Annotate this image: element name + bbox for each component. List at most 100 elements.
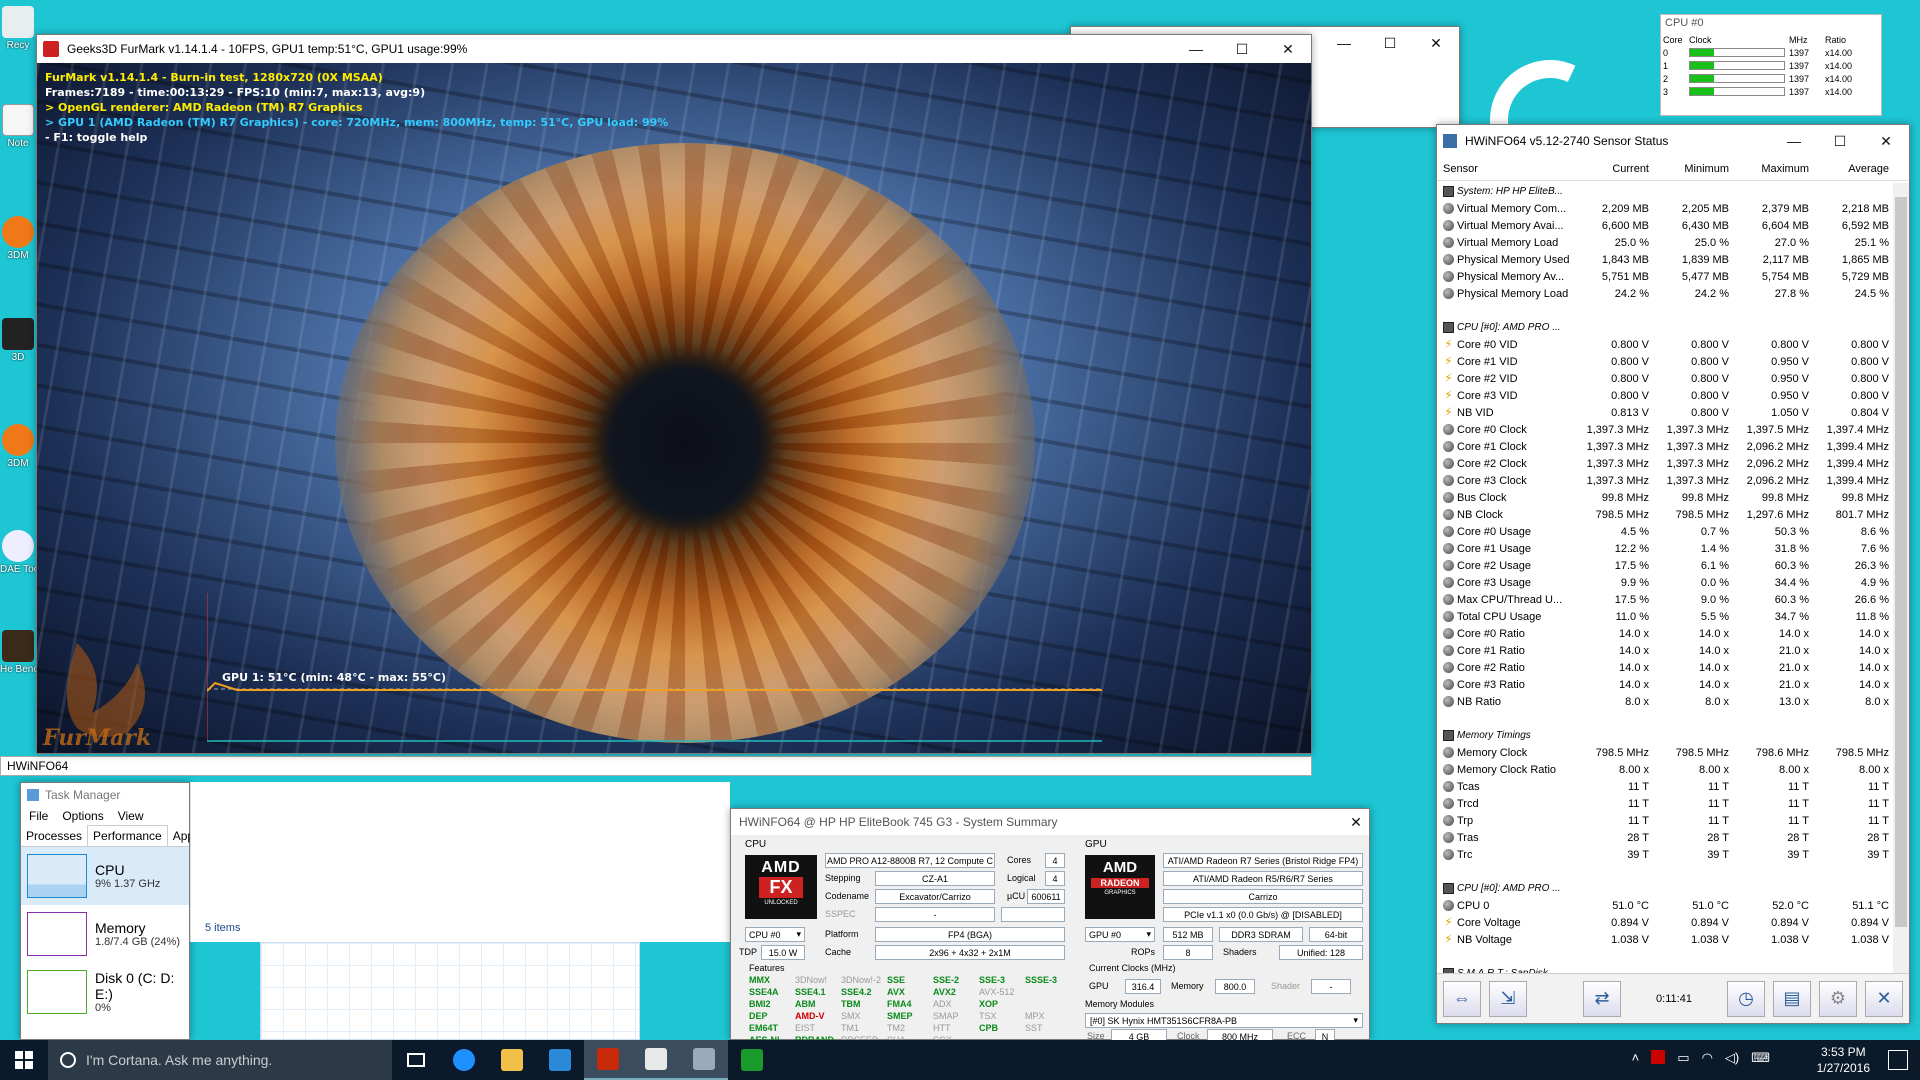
column-header[interactable]: Maximum (1734, 163, 1814, 175)
volume-icon[interactable]: ◁) (1725, 1050, 1739, 1066)
tab-processes[interactable]: Processes (21, 826, 87, 846)
sensor-row[interactable]: Virtual Memory Com... 2,209 MB 2,205 MB 2,3… (1437, 200, 1895, 217)
taskbar-edge[interactable] (440, 1040, 488, 1080)
sensor-row[interactable]: Total CPU Usage 11.0 % 5.5 % 34.7 % 11.8 % (1437, 608, 1895, 625)
desktop-icon[interactable]: He Bench (0, 630, 36, 675)
tab-performance[interactable]: Performance (87, 825, 168, 846)
chevron-up-icon[interactable]: ˄ (1632, 1050, 1640, 1066)
sensor-group-row[interactable]: S.M.A.R.T.: SanDisk ... (1437, 965, 1895, 973)
furmark-render-canvas[interactable]: FurMark v1.14.1.4 - Burn-in test, 1280x7… (37, 63, 1311, 753)
sensor-row[interactable]: Physical Memory Load 24.2 % 24.2 % 27.8 % 24… (1437, 285, 1895, 302)
desktop-icon[interactable]: Note (0, 104, 36, 149)
close-icon[interactable]: ✕ (1413, 27, 1459, 59)
sensor-row[interactable]: Core #0 Clock 1,397.3 MHz 1,397.3 MHz 1,397… (1437, 421, 1895, 438)
sensor-row[interactable]: Tcas 11 T 11 T 11 T 11 T (1437, 778, 1895, 795)
gpu-selector[interactable]: GPU #0 ▾ (1085, 927, 1155, 942)
sensor-row[interactable]: Core #1 Usage 12.2 % 1.4 % 31.8 % 7.6 % (1437, 540, 1895, 557)
taskbar-app[interactable] (728, 1040, 776, 1080)
sensor-row[interactable]: NB Ratio 8.0 x 8.0 x 13.0 x 8.0 x (1437, 693, 1895, 710)
sensor-row[interactable]: Trc 39 T 39 T 39 T 39 T (1437, 846, 1895, 863)
sensor-scrollbar[interactable] (1893, 183, 1909, 973)
sensor-row[interactable]: ⚡ NB VID 0.813 V 0.800 V 1.050 V 0.804 V (1437, 404, 1895, 421)
desktop-icon[interactable]: 3DM (0, 216, 36, 261)
clock-reset-icon[interactable]: ◷ (1727, 980, 1765, 1017)
scrollbar-thumb[interactable] (1895, 197, 1907, 927)
maximize-icon[interactable]: ☐ (1219, 35, 1265, 63)
sensor-row[interactable]: Core #0 Usage 4.5 % 0.7 % 50.3 % 8.6 % (1437, 523, 1895, 540)
battery-icon[interactable]: ▭ (1677, 1050, 1689, 1066)
sensor-row[interactable]: Core #3 Clock 1,397.3 MHz 1,397.3 MHz 2,096… (1437, 472, 1895, 489)
desktop-icon[interactable]: Recy (0, 6, 36, 51)
sensor-row[interactable]: Tras 28 T 28 T 28 T 28 T (1437, 829, 1895, 846)
add-report-icon[interactable]: ▤ (1773, 980, 1811, 1017)
keyboard-icon[interactable]: ⌨ (1751, 1050, 1770, 1066)
close-icon[interactable]: ✕ (1863, 125, 1909, 157)
taskbar-store[interactable] (536, 1040, 584, 1080)
menu-file[interactable]: File (29, 809, 48, 823)
sensor-row[interactable]: ⚡ Core #3 VID 0.800 V 0.800 V 0.950 V 0.800 V (1437, 387, 1895, 404)
sensor-row[interactable]: Physical Memory Used 1,843 MB 1,839 MB 2,11… (1437, 251, 1895, 268)
sensor-row[interactable]: ⚡ Core Voltage 0.894 V 0.894 V 0.894 V 0.894 … (1437, 914, 1895, 931)
sensor-group-row[interactable]: CPU [#0]: AMD PRO ... (1437, 880, 1895, 897)
column-header[interactable]: Average (1814, 163, 1894, 175)
minimize-icon[interactable]: — (1771, 125, 1817, 157)
compact-view-icon[interactable]: ⇲ (1489, 980, 1527, 1017)
sensor-row[interactable]: Core #2 Usage 17.5 % 6.1 % 60.3 % 26.3 % (1437, 557, 1895, 574)
sensor-row[interactable]: ⚡ Core #0 VID 0.800 V 0.800 V 0.800 V 0.800 V (1437, 336, 1895, 353)
sensor-row[interactable]: Core #2 Clock 1,397.3 MHz 1,397.3 MHz 2,096… (1437, 455, 1895, 472)
menu-options[interactable]: Options (62, 809, 103, 823)
perf-item-memory[interactable]: Memory 1.8/7.4 GB (24%) (21, 905, 189, 963)
sensor-row[interactable]: CPU 0 51.0 °C 51.0 °C 52.0 °C 51.1 °C (1437, 897, 1895, 914)
close-icon[interactable]: ✕ (1865, 980, 1903, 1017)
close-icon[interactable]: ✕ (1265, 35, 1311, 63)
menu-view[interactable]: View (118, 809, 144, 823)
tray-app-icon[interactable] (1651, 1050, 1666, 1064)
expand-collapse-icon[interactable]: ⇔ (1443, 980, 1481, 1017)
task-view-button[interactable] (392, 1040, 440, 1080)
sensor-row[interactable]: Core #0 Ratio 14.0 x 14.0 x 14.0 x 14.0 x (1437, 625, 1895, 642)
minimize-icon[interactable]: — (1321, 27, 1367, 59)
taskbar-explorer[interactable] (488, 1040, 536, 1080)
perf-item-cpu[interactable]: CPU 9% 1.37 GHz (21, 847, 189, 905)
network-icon[interactable]: ⇄ (1583, 980, 1621, 1017)
cortana-search-box[interactable]: I'm Cortana. Ask me anything. (48, 1040, 392, 1080)
desktop-icon[interactable]: 3DM (0, 424, 36, 469)
sensor-row[interactable]: Memory Clock 798.5 MHz 798.5 MHz 798.6 MHz 7… (1437, 744, 1895, 761)
column-header[interactable]: Current (1574, 163, 1654, 175)
sensor-row[interactable]: Virtual Memory Load 25.0 % 25.0 % 27.0 % 25.… (1437, 234, 1895, 251)
sensor-row[interactable]: Core #3 Ratio 14.0 x 14.0 x 21.0 x 14.0 x (1437, 676, 1895, 693)
sensor-row[interactable]: Core #1 Ratio 14.0 x 14.0 x 21.0 x 14.0 x (1437, 642, 1895, 659)
sensor-row[interactable]: NB Clock 798.5 MHz 798.5 MHz 1,297.6 MHz 801… (1437, 506, 1895, 523)
close-icon[interactable]: ✕ (1343, 809, 1369, 835)
sensor-row[interactable]: Core #2 Ratio 14.0 x 14.0 x 21.0 x 14.0 x (1437, 659, 1895, 676)
sensor-group-row[interactable]: Memory Timings (1437, 727, 1895, 744)
taskbar-task-manager[interactable] (680, 1040, 728, 1080)
sensor-row[interactable]: Physical Memory Av... 5,751 MB 5,477 MB 5,7… (1437, 268, 1895, 285)
start-button[interactable] (0, 1040, 48, 1080)
sensor-row[interactable]: Core #1 Clock 1,397.3 MHz 1,397.3 MHz 2,096… (1437, 438, 1895, 455)
minimize-icon[interactable]: — (1173, 35, 1219, 63)
sensor-row[interactable]: Trcd 11 T 11 T 11 T 11 T (1437, 795, 1895, 812)
sensor-row[interactable]: Memory Clock Ratio 8.00 x 8.00 x 8.00 x 8.00… (1437, 761, 1895, 778)
sensor-row[interactable]: Trp 11 T 11 T 11 T 11 T (1437, 812, 1895, 829)
sensor-group-row[interactable]: System: HP HP EliteB... (1437, 183, 1895, 200)
sensor-row[interactable]: Bus Clock 99.8 MHz 99.8 MHz 99.8 MHz 99.8 MH… (1437, 489, 1895, 506)
perf-item-disk[interactable]: Disk 0 (C: D: E:) 0% (21, 963, 189, 1021)
column-header[interactable]: Sensor (1437, 163, 1574, 175)
sensor-row[interactable]: ⚡ NB Voltage 1.038 V 1.038 V 1.038 V 1.038 V (1437, 931, 1895, 948)
taskbar-furmark[interactable] (584, 1040, 632, 1080)
desktop-icon[interactable]: DAE Tool (0, 530, 36, 575)
sensor-row[interactable]: Core #3 Usage 9.9 % 0.0 % 34.4 % 4.9 % (1437, 574, 1895, 591)
sensor-group-row[interactable]: CPU [#0]: AMD PRO ... (1437, 319, 1895, 336)
cpu-selector[interactable]: CPU #0 ▾ (745, 927, 805, 942)
taskbar-hwinfo[interactable] (632, 1040, 680, 1080)
sensor-row[interactable]: ⚡ Core #2 VID 0.800 V 0.800 V 0.950 V 0.800 V (1437, 370, 1895, 387)
action-center-icon[interactable] (1888, 1050, 1908, 1070)
taskbar-clock[interactable]: 3:53 PM 1/27/2016 (1817, 1044, 1870, 1076)
desktop-icon[interactable]: 3D (0, 318, 36, 363)
maximize-icon[interactable]: ☐ (1817, 125, 1863, 157)
sensor-row[interactable]: Virtual Memory Avai... 6,600 MB 6,430 MB 6,… (1437, 217, 1895, 234)
column-header[interactable]: Minimum (1654, 163, 1734, 175)
sensor-row[interactable]: ⚡ Core #1 VID 0.800 V 0.800 V 0.950 V 0.800 V (1437, 353, 1895, 370)
sensor-row[interactable]: Max CPU/Thread U... 17.5 % 9.0 % 60.3 % 26.6… (1437, 591, 1895, 608)
